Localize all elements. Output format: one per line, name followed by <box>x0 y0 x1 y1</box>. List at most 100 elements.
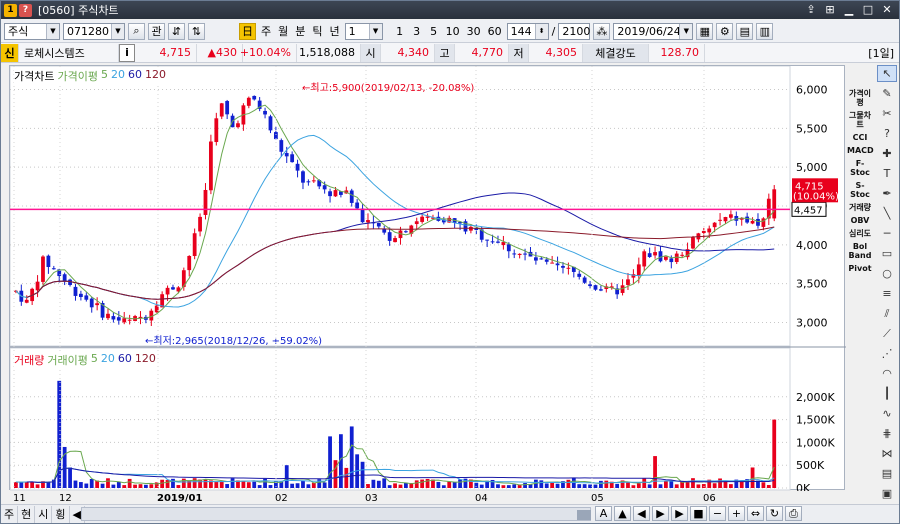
tab-current[interactable]: 현 <box>18 505 36 523</box>
search-button[interactable]: ⌕ <box>128 22 145 40</box>
scroll-thumb[interactable] <box>577 510 591 520</box>
volume-bar <box>615 483 620 488</box>
refresh-icon[interactable]: ↻ <box>766 506 783 521</box>
arc-icon[interactable]: ◠ <box>877 365 897 382</box>
channel-icon[interactable]: ⫽ <box>877 305 897 322</box>
candle-body <box>626 279 630 285</box>
gann-icon[interactable]: ⟋ <box>877 325 897 342</box>
info-icon[interactable]: i <box>119 43 135 62</box>
print-icon[interactable]: ⎙ <box>785 506 802 521</box>
period-minute[interactable]: 분 <box>293 23 307 40</box>
maximize-button[interactable]: □ <box>860 2 876 17</box>
indicator-0[interactable]: 가격이평 <box>847 89 873 107</box>
interval-30[interactable]: 30 <box>465 23 483 40</box>
period-tick[interactable]: 틱 <box>310 23 324 40</box>
question-icon[interactable]: ? <box>877 125 897 142</box>
doc-icon[interactable]: ▤ <box>877 465 897 482</box>
eraser-icon[interactable]: ✎ <box>877 85 897 102</box>
expand-icon[interactable]: ⇔ <box>747 506 764 521</box>
volume-bar <box>263 478 267 488</box>
scroll-start-icon[interactable]: ◀ <box>633 506 650 521</box>
cursor-icon[interactable]: ↖ <box>877 65 897 82</box>
stop-icon[interactable]: ■ <box>690 506 707 521</box>
indicator-5[interactable]: S-Stoc <box>847 181 873 199</box>
volume-bar <box>393 483 397 488</box>
indicator-9[interactable]: Bol Band <box>847 242 873 260</box>
crosshair-icon[interactable]: ✚ <box>877 145 897 162</box>
minus-icon[interactable]: − <box>709 506 726 521</box>
plus-icon[interactable]: + <box>728 506 745 521</box>
interval-1[interactable]: 1 <box>393 23 407 40</box>
trash-icon[interactable]: ✂ <box>877 105 897 122</box>
indicator-4[interactable]: F-Stoc <box>847 159 873 177</box>
period-year[interactable]: 년 <box>328 23 342 40</box>
indicator-8[interactable]: 심리도 <box>847 229 873 238</box>
chart-icon[interactable]: ▥ <box>756 22 774 40</box>
chart-area[interactable]: 6,0005,5005,0004,5004,0003,5003,0002,000… <box>9 65 846 491</box>
gear-icon[interactable]: ⚙ <box>716 22 734 40</box>
volume-bar <box>144 484 148 488</box>
daily-button[interactable]: 日 <box>239 22 256 40</box>
interval-5[interactable]: 5 <box>427 23 441 40</box>
interval-60[interactable]: 60 <box>486 23 504 40</box>
indicator-1[interactable]: 그물차트 <box>847 111 873 129</box>
period-week[interactable]: 주 <box>259 23 273 40</box>
favorite-button[interactable]: 관 <box>148 22 165 40</box>
count-input[interactable]: 144 ⬍ <box>506 22 549 40</box>
candle-body <box>355 202 360 209</box>
interval-10[interactable]: 10 <box>444 23 462 40</box>
play-icon[interactable]: ▶ <box>652 506 669 521</box>
interval-select[interactable]: 1 ▼ <box>344 22 383 40</box>
line-icon[interactable]: ╲ <box>877 205 897 222</box>
rect-icon[interactable]: ▭ <box>877 245 897 262</box>
volume-bar <box>19 482 24 488</box>
fan-icon[interactable]: ⋰ <box>877 345 897 362</box>
circle-icon[interactable]: ○ <box>877 265 897 282</box>
price-legend: 가격차트 가격이평 5 20 60 120 <box>14 68 166 84</box>
color-icon[interactable]: ⁂ <box>593 22 611 40</box>
text-icon[interactable]: T <box>877 165 897 182</box>
market-select[interactable]: 주식 ▼ <box>4 22 60 40</box>
scroll-end-icon[interactable]: ▶ <box>671 506 688 521</box>
pen-icon[interactable]: ✒ <box>877 185 897 202</box>
low-label: 저 <box>509 43 529 62</box>
help-icon[interactable]: ? <box>19 3 32 17</box>
fib-icon[interactable]: ≡ <box>877 285 897 302</box>
wave-icon[interactable]: ∿ <box>877 405 897 422</box>
pin-icon[interactable]: ⇪ <box>803 2 819 17</box>
next-stock-button[interactable]: ⇅ <box>188 22 205 40</box>
indicator-6[interactable]: 거래량 <box>847 203 873 212</box>
indicator-7[interactable]: OBV <box>847 216 873 225</box>
layout-icon[interactable]: ▤ <box>736 22 754 40</box>
interval-3[interactable]: 3 <box>410 23 424 40</box>
horizontal-scrollbar[interactable] <box>81 507 591 521</box>
zoom-out-icon[interactable]: ▲ <box>614 506 631 521</box>
link-icon[interactable]: ⊞ <box>822 2 838 17</box>
close-button[interactable]: ✕ <box>879 2 895 17</box>
volume-bar <box>160 479 165 488</box>
volume-bar <box>284 465 289 488</box>
volume-tick-label: 500K <box>796 459 825 472</box>
volume-bar <box>84 483 89 488</box>
grid-lines-icon[interactable]: ⋕ <box>877 425 897 442</box>
grid-icon[interactable]: ▦ <box>696 22 714 40</box>
indicator-2[interactable]: CCI <box>847 133 873 142</box>
period-month[interactable]: 월 <box>276 23 290 40</box>
candle-body <box>691 237 695 249</box>
minimize-button[interactable]: ▁ <box>841 2 857 17</box>
x-tick-label: 02 <box>275 493 288 504</box>
zoom-in-icon[interactable]: A <box>595 506 612 521</box>
save-icon[interactable]: ▣ <box>877 485 897 502</box>
tab-week[interactable]: 주 <box>1 505 19 523</box>
tab-horizontal[interactable]: 횡 <box>52 505 70 523</box>
tab-time[interactable]: 시 <box>35 505 53 523</box>
prev-stock-button[interactable]: ⇵ <box>168 22 185 40</box>
stock-code-input[interactable]: 071280 ▼ <box>63 22 125 40</box>
candle-icon[interactable]: ┃ <box>877 385 897 402</box>
candle-body <box>723 217 728 222</box>
indicator-3[interactable]: MACD <box>847 146 874 155</box>
hline-icon[interactable]: ─ <box>877 225 897 242</box>
date-select[interactable]: 2019/06/24 ▼ <box>613 22 694 40</box>
auto-icon[interactable]: ⋈ <box>877 445 897 462</box>
indicator-10[interactable]: Pivot <box>847 264 873 273</box>
